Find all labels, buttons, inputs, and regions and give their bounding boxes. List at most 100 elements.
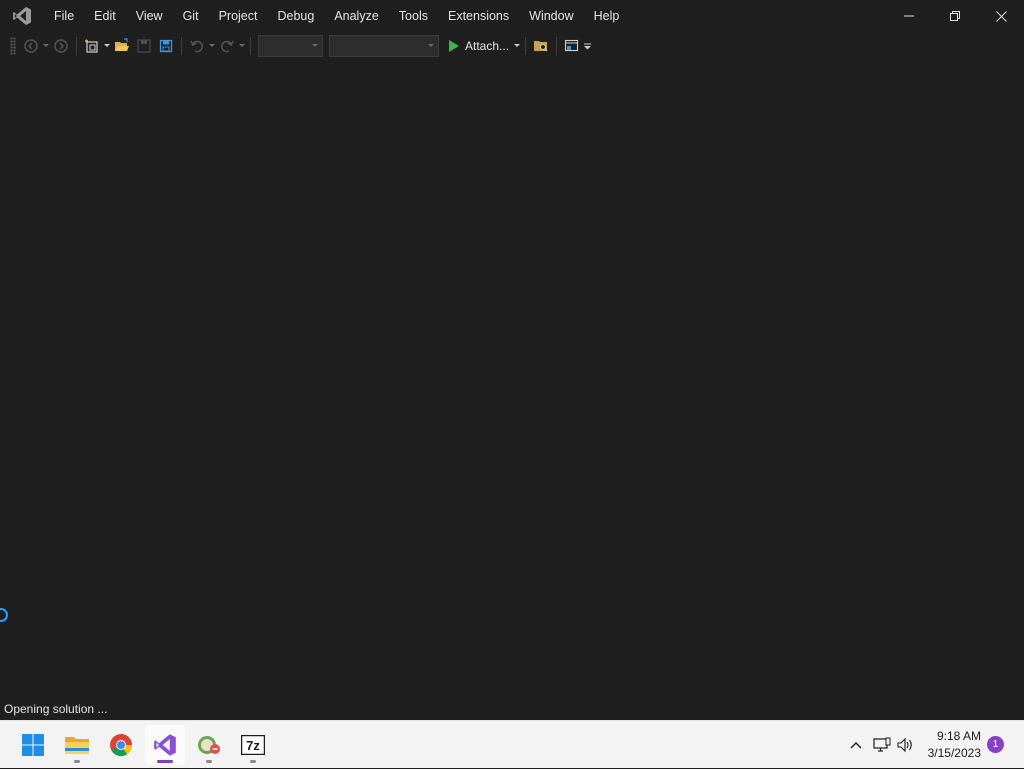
toolbar-separator bbox=[181, 37, 182, 55]
system-tray: 9:18 AM 3/15/2023 1 bbox=[824, 721, 1024, 769]
visual-studio-logo-icon bbox=[0, 0, 44, 32]
redo-button[interactable] bbox=[217, 35, 237, 57]
menu-debug[interactable]: Debug bbox=[267, 0, 324, 32]
taskbar-app[interactable] bbox=[189, 725, 229, 765]
menu-file[interactable]: File bbox=[44, 0, 84, 32]
show-hidden-icons-button[interactable] bbox=[846, 735, 866, 755]
toolbar-overflow-icon bbox=[583, 43, 591, 50]
clock-button[interactable]: 9:18 AM 3/15/2023 bbox=[928, 728, 981, 762]
solution-configuration-combo[interactable] bbox=[258, 35, 323, 57]
volume-icon bbox=[897, 737, 912, 753]
attach-label: Attach... bbox=[465, 39, 510, 53]
chrome-icon bbox=[110, 734, 133, 757]
folder-search-icon bbox=[534, 41, 548, 52]
save-button[interactable] bbox=[134, 35, 154, 57]
status-text: Opening solution ... bbox=[4, 702, 108, 716]
play-icon bbox=[449, 40, 459, 52]
restore-button[interactable] bbox=[932, 0, 978, 32]
attach-button[interactable]: Attach... bbox=[446, 35, 513, 57]
chevron-down-icon bbox=[312, 44, 318, 47]
menu-project[interactable]: Project bbox=[209, 0, 268, 32]
restore-icon bbox=[950, 11, 960, 21]
menu-bar: File Edit View Git Project Debug Analyze… bbox=[44, 0, 629, 32]
redo-dropdown[interactable] bbox=[238, 35, 246, 57]
chevron-down-icon bbox=[514, 44, 521, 47]
running-indicator bbox=[157, 760, 173, 763]
start-button[interactable] bbox=[13, 725, 53, 765]
toolbar-grip[interactable] bbox=[10, 37, 16, 55]
title-bar: File Edit View Git Project Debug Analyze… bbox=[0, 0, 1024, 32]
window-controls bbox=[886, 0, 1024, 32]
minimize-button[interactable] bbox=[886, 0, 932, 32]
toolbar-separator bbox=[525, 37, 527, 55]
toolbar-separator bbox=[76, 37, 77, 55]
attach-dropdown[interactable] bbox=[513, 35, 521, 57]
taskbar-visual-studio[interactable] bbox=[145, 725, 185, 765]
toolbar-options-dropdown[interactable] bbox=[583, 35, 591, 57]
window-layout-button[interactable] bbox=[562, 35, 582, 57]
menu-extensions[interactable]: Extensions bbox=[438, 0, 519, 32]
menu-view[interactable]: View bbox=[126, 0, 173, 32]
volume-tray-button[interactable] bbox=[896, 735, 916, 755]
chevron-down-icon bbox=[209, 44, 215, 47]
visual-studio-icon bbox=[154, 734, 176, 756]
save-icon bbox=[137, 39, 151, 53]
new-project-button[interactable] bbox=[82, 35, 102, 57]
status-bar: Opening solution ... bbox=[0, 698, 1024, 720]
taskbar: 7z 9:18 AM 3/15/2023 1 bbox=[0, 720, 1024, 768]
close-icon bbox=[995, 10, 1007, 22]
save-all-button[interactable] bbox=[156, 35, 176, 57]
7zip-icon: 7z bbox=[241, 735, 265, 755]
find-in-files-button[interactable] bbox=[531, 35, 551, 57]
open-file-button[interactable] bbox=[112, 35, 132, 57]
loading-spinner-icon bbox=[0, 608, 8, 622]
minimize-icon bbox=[904, 15, 914, 17]
solution-platform-combo[interactable] bbox=[329, 35, 439, 57]
close-button[interactable] bbox=[978, 0, 1024, 32]
running-indicator bbox=[250, 760, 256, 763]
chevron-down-icon bbox=[428, 44, 434, 47]
window-layout-icon bbox=[564, 39, 579, 52]
chevron-up-icon bbox=[850, 742, 862, 749]
clock-date: 3/15/2023 bbox=[927, 746, 981, 760]
toolbar-separator bbox=[556, 37, 558, 55]
chevron-down-icon bbox=[104, 44, 110, 47]
menu-edit[interactable]: Edit bbox=[84, 0, 126, 32]
clock-time: 9:18 AM bbox=[936, 729, 981, 743]
folder-open-icon bbox=[115, 38, 129, 51]
navigate-back-button[interactable] bbox=[21, 35, 41, 57]
file-explorer-icon bbox=[65, 737, 89, 754]
notification-badge[interactable]: 1 bbox=[987, 736, 1004, 753]
standard-toolbar: Attach... bbox=[0, 32, 1024, 60]
undo-dropdown[interactable] bbox=[208, 35, 216, 57]
taskbar-chrome[interactable] bbox=[101, 725, 141, 765]
undo-button[interactable] bbox=[187, 35, 207, 57]
navigate-forward-button[interactable] bbox=[51, 35, 71, 57]
network-tray-button[interactable] bbox=[872, 735, 892, 755]
undo-icon bbox=[190, 40, 204, 53]
save-all-icon bbox=[159, 39, 173, 53]
svg-text:7z: 7z bbox=[246, 738, 260, 753]
taskbar-7zip[interactable]: 7z bbox=[233, 725, 273, 765]
new-project-dropdown[interactable] bbox=[103, 35, 111, 57]
app-icon bbox=[198, 736, 220, 754]
navigate-back-icon bbox=[24, 39, 38, 53]
editor-area bbox=[0, 60, 1024, 698]
menu-tools[interactable]: Tools bbox=[389, 0, 438, 32]
network-icon bbox=[873, 737, 891, 752]
navigate-forward-icon bbox=[54, 39, 68, 53]
running-indicator bbox=[74, 760, 80, 763]
chevron-down-icon bbox=[43, 44, 49, 47]
taskbar-file-explorer[interactable] bbox=[57, 725, 97, 765]
start-icon bbox=[22, 734, 44, 756]
menu-window[interactable]: Window bbox=[519, 0, 583, 32]
running-indicator bbox=[206, 760, 212, 763]
navigate-back-dropdown[interactable] bbox=[42, 35, 50, 57]
toolbar-separator bbox=[250, 37, 251, 55]
menu-git[interactable]: Git bbox=[173, 0, 209, 32]
menu-analyze[interactable]: Analyze bbox=[324, 0, 388, 32]
redo-icon bbox=[220, 40, 234, 53]
chevron-down-icon bbox=[239, 44, 245, 47]
new-project-icon bbox=[85, 39, 98, 53]
menu-help[interactable]: Help bbox=[584, 0, 630, 32]
